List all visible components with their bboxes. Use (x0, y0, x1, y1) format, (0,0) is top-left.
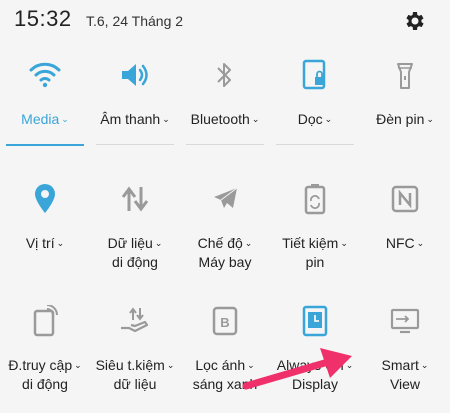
airplane-icon (208, 182, 242, 216)
data-saver-icon (118, 304, 152, 338)
tile-blue-light-filter[interactable]: B Lọc ánh ⌄ sáng xanh (180, 290, 270, 408)
tile-data-saver[interactable]: Siêu t.kiệm ⌄ dữ liệu (90, 290, 180, 408)
tile-mobile-hotspot[interactable]: Đ.truy cập ⌄ di động (0, 290, 90, 408)
tile-nfc[interactable]: NFC ⌄ (360, 168, 450, 286)
tile-mobile-data[interactable]: Dữ liệu ⌄ di động (90, 168, 180, 286)
tile-flashlight[interactable]: Đèn pin ⌄ (360, 44, 450, 162)
mobile-hotspot-icon (28, 304, 62, 338)
tile-divider (186, 144, 264, 145)
tile-label: Bluetooth ⌄ (190, 111, 260, 127)
tile-battery-saver[interactable]: Tiết kiệm ⌄ pin (270, 168, 360, 286)
tile-airplane[interactable]: Chế độ ⌄ Máy bay (180, 168, 270, 286)
always-on-display-icon (298, 304, 332, 338)
tile-label: Siêu t.kiệm ⌄ dữ liệu (95, 357, 175, 392)
tile-location[interactable]: Vị trí ⌄ (0, 168, 90, 286)
clock: 15:32 (14, 6, 72, 31)
bluetooth-icon (208, 58, 242, 92)
tile-label: Dữ liệu ⌄ di động (107, 235, 163, 270)
tile-label: NFC ⌄ (385, 235, 425, 251)
tile-always-on-display[interactable]: Always On ⌄ Display (270, 290, 360, 408)
svg-text:B: B (220, 315, 229, 330)
tile-divider (6, 144, 84, 146)
tile-smart-view[interactable]: Smart ⌄ View (360, 290, 450, 408)
smart-view-icon (388, 304, 422, 338)
nfc-icon (388, 182, 422, 216)
location-icon (28, 182, 62, 216)
tile-label: Vị trí ⌄ (25, 235, 65, 251)
tile-label: Lọc ánh ⌄ sáng xanh (192, 357, 258, 392)
settings-button[interactable] (402, 8, 428, 34)
status-bar: 15:32 T.6, 24 Tháng 2 (0, 0, 450, 44)
mobile-data-icon (118, 182, 152, 216)
volume-icon (118, 58, 152, 92)
tile-label: Dọc ⌄ (297, 111, 333, 127)
wifi-icon (28, 58, 62, 92)
blue-light-filter-icon: B (208, 304, 242, 338)
tile-label: Smart ⌄ View (381, 357, 429, 392)
tile-label: Tiết kiệm ⌄ pin (282, 235, 348, 270)
tile-label: Đèn pin ⌄ (376, 111, 434, 127)
flashlight-icon (388, 58, 422, 92)
tile-label: Media ⌄ (21, 111, 69, 127)
tile-divider (276, 144, 354, 145)
tile-label: Always On ⌄ Display (276, 357, 354, 392)
gear-icon (406, 12, 424, 30)
rotation-lock-icon (298, 58, 332, 92)
date: T.6, 24 Tháng 2 (86, 13, 184, 29)
tile-label: Đ.truy cập ⌄ di động (8, 357, 82, 392)
tile-divider (96, 144, 174, 145)
tile-label: Âm thanh ⌄ (100, 111, 170, 127)
battery-saver-icon (298, 182, 332, 216)
tile-label: Chế độ ⌄ Máy bay (197, 235, 253, 270)
